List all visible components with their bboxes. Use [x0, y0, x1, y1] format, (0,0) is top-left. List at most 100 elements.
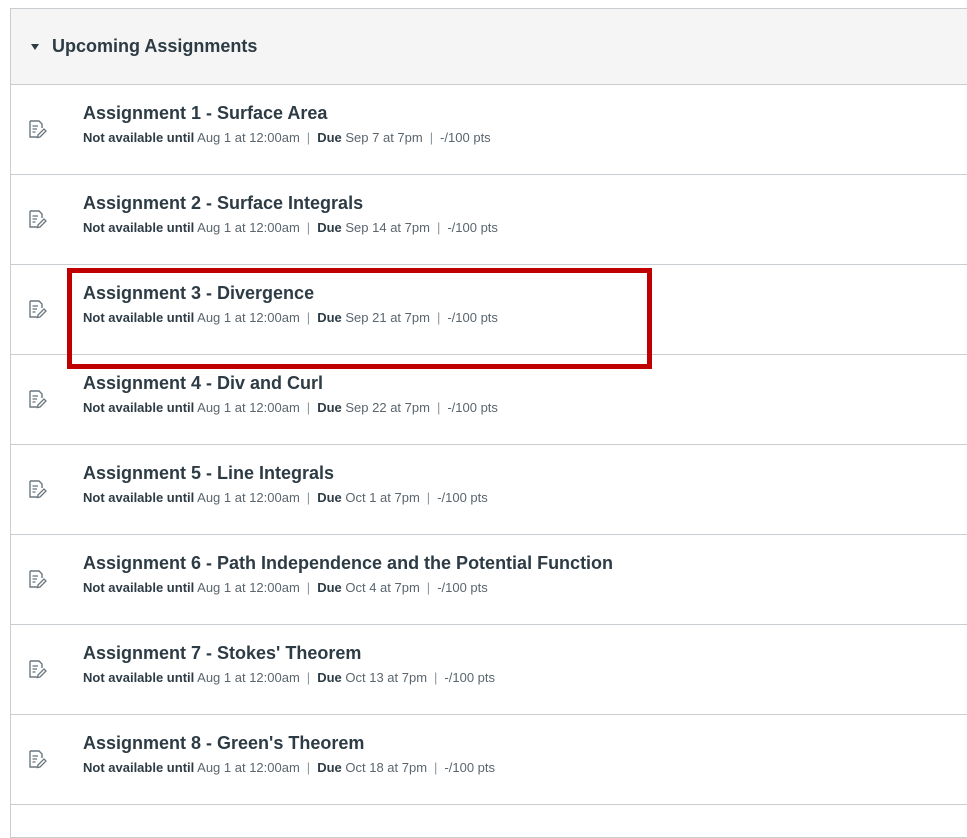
availability-date: Aug 1 at 12:00am	[197, 130, 300, 145]
assignment-row[interactable]: Assignment 2 - Surface Integrals Not avai…	[11, 175, 967, 265]
due-date: Oct 4 at 7pm	[345, 580, 420, 595]
separator: |	[436, 220, 441, 235]
separator: |	[429, 130, 434, 145]
assignment-list: Assignment 1 - Surface Area Not available…	[11, 85, 967, 805]
assignment-title-link[interactable]: Assignment 1 - Surface Area	[83, 102, 491, 124]
separator: |	[306, 310, 311, 325]
points: -/100 pts	[447, 220, 498, 235]
separator: |	[426, 490, 431, 505]
assignment-meta: Not available until Aug 1 at 12:00am | Due…	[83, 670, 495, 686]
assignment-row[interactable]: Assignment 4 - Div and Curl Not available…	[11, 355, 967, 445]
caret-down-icon[interactable]	[31, 44, 39, 50]
assignment-info: Assignment 2 - Surface Integrals Not avai…	[83, 192, 498, 236]
separator: |	[434, 670, 438, 685]
assignment-icon	[27, 299, 47, 319]
assignment-icon	[27, 209, 47, 229]
availability-date: Aug 1 at 12:00am	[197, 310, 300, 325]
assignments-panel: Upcoming Assignments Assignment 1 - Surf…	[10, 8, 967, 838]
points: -/100 pts	[444, 670, 496, 685]
availability-date: Aug 1 at 12:00am	[197, 760, 300, 775]
assignment-meta: Not available until Aug 1 at 12:00am | Due…	[83, 580, 613, 596]
assignment-icon	[27, 389, 47, 409]
due-label: Due	[317, 400, 342, 415]
due-date: Sep 22 at 7pm	[345, 400, 430, 415]
due-label: Due	[317, 130, 342, 145]
assignment-row[interactable]: Assignment 8 - Green's Theorem Not availa…	[11, 715, 967, 805]
due-label: Due	[317, 310, 342, 325]
availability-date: Aug 1 at 12:00am	[197, 490, 300, 505]
separator: |	[306, 490, 311, 505]
assignment-icon	[27, 749, 47, 769]
availability-label: Not available until	[83, 490, 195, 505]
due-label: Due	[317, 220, 342, 235]
availability-label: Not available until	[83, 580, 195, 595]
separator: |	[436, 400, 441, 415]
availability-label: Not available until	[83, 400, 195, 415]
assignment-icon	[27, 569, 47, 589]
points: -/100 pts	[440, 130, 491, 145]
due-date: Oct 13 at 7pm	[345, 670, 428, 685]
assignment-icon	[27, 659, 47, 679]
separator: |	[434, 760, 438, 775]
separator: |	[436, 310, 441, 325]
availability-date: Aug 1 at 12:00am	[197, 580, 300, 595]
assignment-title-link[interactable]: Assignment 4 - Div and Curl	[83, 372, 498, 394]
assignment-info: Assignment 7 - Stokes' Theorem Not availa…	[83, 642, 495, 686]
points: -/100 pts	[437, 490, 488, 505]
assignment-info: Assignment 5 - Line Integrals Not availab…	[83, 462, 488, 506]
due-label: Due	[317, 490, 342, 505]
assignment-meta: Not available until Aug 1 at 12:00am | Due…	[83, 220, 498, 236]
assignment-meta: Not available until Aug 1 at 12:00am | Due…	[83, 310, 498, 326]
upcoming-assignments-header[interactable]: Upcoming Assignments	[11, 9, 967, 85]
assignment-title-link[interactable]: Assignment 5 - Line Integrals	[83, 462, 488, 484]
assignment-meta: Not available until Aug 1 at 12:00am | Due…	[83, 760, 495, 776]
separator: |	[306, 670, 311, 685]
due-label: Due	[317, 580, 342, 595]
assignment-meta: Not available until Aug 1 at 12:00am | Due…	[83, 490, 488, 506]
availability-label: Not available until	[83, 130, 195, 145]
availability-label: Not available until	[83, 310, 195, 325]
assignment-title-link[interactable]: Assignment 6 - Path Independence and the…	[83, 552, 613, 574]
availability-date: Aug 1 at 12:00am	[197, 670, 300, 685]
assignment-row[interactable]: Assignment 5 - Line Integrals Not availab…	[11, 445, 967, 535]
availability-label: Not available until	[83, 220, 195, 235]
assignment-row[interactable]: Assignment 1 - Surface Area Not available…	[11, 85, 967, 175]
points: -/100 pts	[437, 580, 488, 595]
assignment-meta: Not available until Aug 1 at 12:00am | Due…	[83, 130, 491, 146]
availability-label: Not available until	[83, 670, 195, 685]
availability-date: Aug 1 at 12:00am	[197, 220, 300, 235]
availability-label: Not available until	[83, 760, 195, 775]
assignment-title-link[interactable]: Assignment 2 - Surface Integrals	[83, 192, 498, 214]
assignment-info: Assignment 8 - Green's Theorem Not availa…	[83, 732, 495, 776]
assignment-icon	[27, 479, 47, 499]
due-date: Sep 21 at 7pm	[345, 310, 430, 325]
assignment-title-link[interactable]: Assignment 3 - Divergence	[83, 282, 498, 304]
assignment-info: Assignment 3 - Divergence Not available u…	[83, 282, 498, 326]
due-date: Oct 18 at 7pm	[345, 760, 428, 775]
separator: |	[426, 580, 431, 595]
availability-date: Aug 1 at 12:00am	[197, 400, 300, 415]
due-date: Sep 7 at 7pm	[345, 130, 423, 145]
separator: |	[306, 400, 311, 415]
points: -/100 pts	[447, 400, 498, 415]
assignment-info: Assignment 4 - Div and Curl Not available…	[83, 372, 498, 416]
assignment-row[interactable]: Assignment 7 - Stokes' Theorem Not availa…	[11, 625, 967, 715]
assignment-title-link[interactable]: Assignment 7 - Stokes' Theorem	[83, 642, 495, 664]
assignment-info: Assignment 6 - Path Independence and the…	[83, 552, 613, 596]
group-title: Upcoming Assignments	[52, 36, 258, 56]
separator: |	[306, 220, 311, 235]
separator: |	[306, 130, 311, 145]
assignment-row[interactable]: Assignment 6 - Path Independence and the…	[11, 535, 967, 625]
assignment-meta: Not available until Aug 1 at 12:00am | Due…	[83, 400, 498, 416]
points: -/100 pts	[444, 760, 496, 775]
assignment-row[interactable]: Assignment 3 - Divergence Not available u…	[11, 265, 967, 355]
due-date: Sep 14 at 7pm	[345, 220, 430, 235]
separator: |	[306, 760, 311, 775]
assignment-info: Assignment 1 - Surface Area Not available…	[83, 102, 491, 146]
separator: |	[306, 580, 311, 595]
assignment-icon	[27, 119, 47, 139]
due-label: Due	[317, 670, 342, 685]
due-label: Due	[317, 760, 342, 775]
assignment-title-link[interactable]: Assignment 8 - Green's Theorem	[83, 732, 495, 754]
points: -/100 pts	[447, 310, 498, 325]
